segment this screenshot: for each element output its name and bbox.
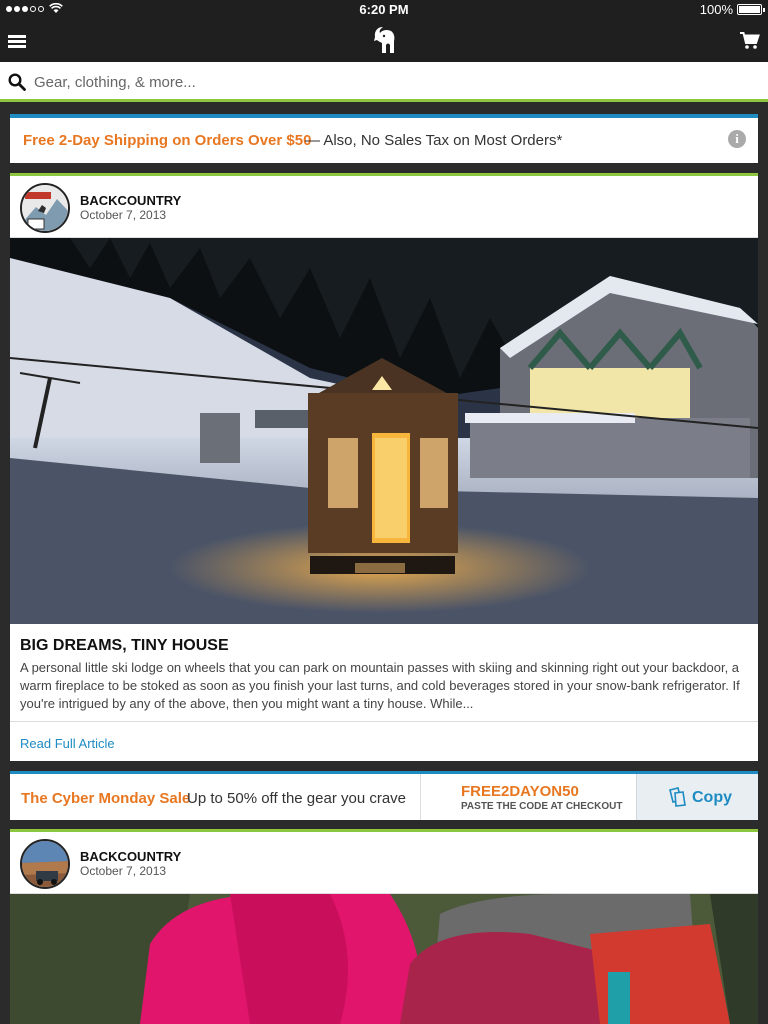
shipping-subtext: — Also, No Sales Tax on Most Orders* [305,132,563,149]
copy-icon [669,787,686,807]
search-bar [0,62,768,102]
promo-code: FREE2DAYON50 [461,783,579,800]
promo-code-note: PASTE THE CODE AT CHECKOUT [461,801,623,812]
shipping-banner[interactable]: Free 2-Day Shipping on Orders Over $50 —… [10,114,758,163]
cart-icon[interactable] [740,32,760,50]
promo-title: The Cyber Monday Sale [21,790,191,807]
goat-logo-icon[interactable] [370,25,398,55]
post-card[interactable]: BACKCOUNTRY October 7, 2013 [10,173,758,761]
article-excerpt: A personal little ski lodge on wheels th… [20,660,740,711]
info-icon[interactable]: i [728,130,746,148]
search-icon [8,73,26,91]
menu-icon[interactable] [8,35,26,48]
article-image[interactable] [10,894,758,1024]
post-date: October 7, 2013 [80,864,167,878]
post-header: BACKCOUNTRY October 7, 2013 [10,176,758,238]
status-bar: 6:20 PM 100% [0,0,768,20]
promo-code-box: FREE2DAYON50 PASTE THE CODE AT CHECKOUT [420,774,636,820]
post-card[interactable]: BACKCOUNTRY October 7, 2013 [10,829,758,1024]
avatar[interactable] [20,839,70,889]
read-full-article-link[interactable]: Read Full Article [20,736,115,751]
post-date: October 7, 2013 [80,208,167,222]
shipping-offer-text: Free 2-Day Shipping on Orders Over $50 [23,132,312,149]
copy-code-button[interactable]: Copy [636,774,758,820]
article-image[interactable] [10,238,758,624]
article-title[interactable]: BIG DREAMS, TINY HOUSE [20,637,229,655]
status-time: 6:20 PM [359,2,409,17]
post-author[interactable]: BACKCOUNTRY [80,849,181,864]
post-author[interactable]: BACKCOUNTRY [80,193,181,208]
nav-bar [0,20,768,62]
card-divider [10,721,758,722]
promo-subtitle: Up to 50% off the gear you crave [187,790,407,807]
post-header: BACKCOUNTRY October 7, 2013 [10,832,758,894]
copy-label: Copy [692,789,732,806]
search-input[interactable] [34,70,734,94]
promo-banner[interactable]: The Cyber Monday Sale Up to 50% off the … [10,771,758,820]
battery-icon [737,4,765,15]
battery-percent: 100% [699,2,733,17]
avatar[interactable] [20,183,70,233]
